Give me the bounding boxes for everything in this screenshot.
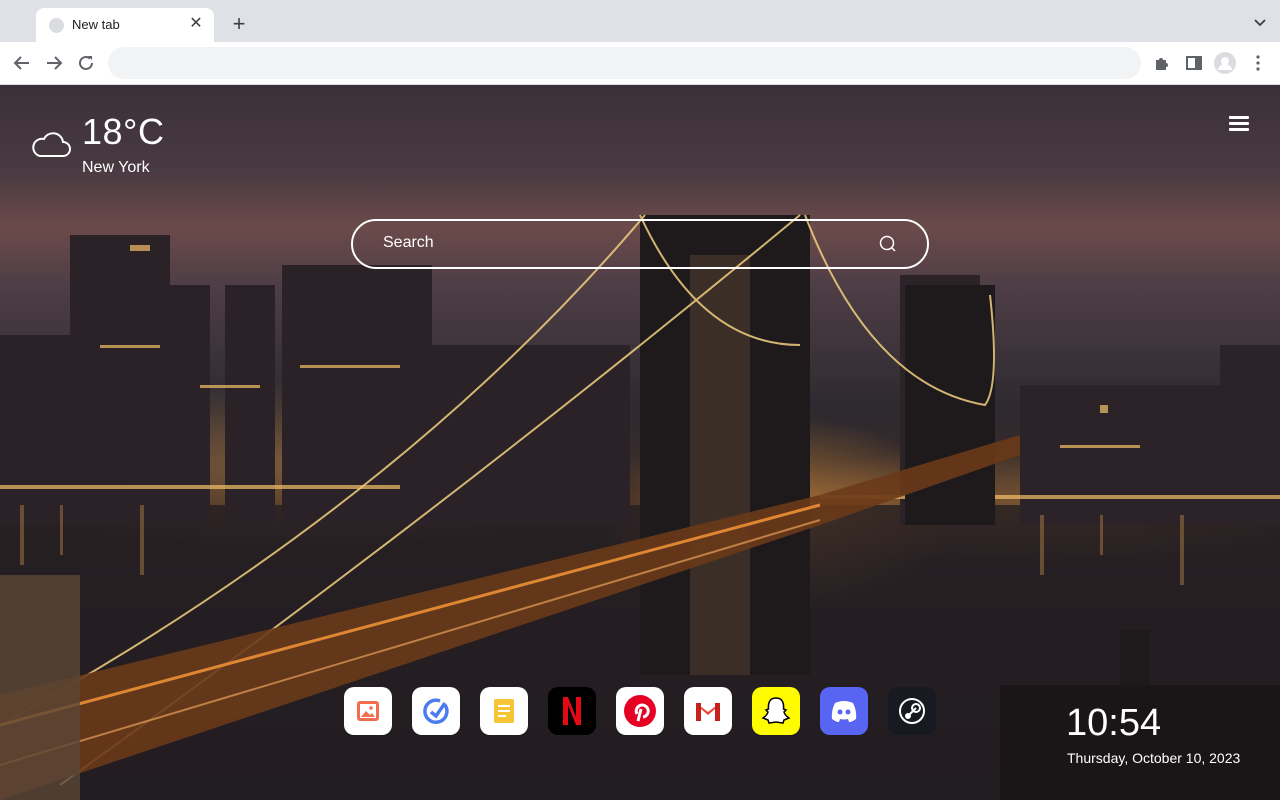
back-icon[interactable] bbox=[10, 51, 34, 75]
browser-toolbar bbox=[0, 42, 1280, 85]
new-tab-button[interactable]: + bbox=[228, 13, 250, 35]
pinterest-icon[interactable] bbox=[616, 687, 664, 735]
extensions-icon[interactable] bbox=[1150, 51, 1174, 75]
clock-time: 10:54 bbox=[1066, 702, 1162, 744]
close-icon[interactable]: ✕ bbox=[186, 14, 206, 34]
forward-icon[interactable] bbox=[42, 51, 66, 75]
reload-icon[interactable] bbox=[74, 51, 98, 75]
tab-title: New tab bbox=[72, 17, 120, 32]
steam-icon[interactable] bbox=[888, 687, 936, 735]
notes-icon[interactable] bbox=[480, 687, 528, 735]
tab-search-chevron-icon[interactable] bbox=[1252, 14, 1268, 30]
side-panel-icon[interactable] bbox=[1182, 51, 1206, 75]
discord-icon[interactable] bbox=[820, 687, 868, 735]
hamburger-menu-icon[interactable] bbox=[1229, 116, 1249, 132]
search-box[interactable]: Search bbox=[351, 219, 929, 269]
tasks-icon[interactable] bbox=[412, 687, 460, 735]
search-input[interactable]: Search bbox=[383, 234, 434, 252]
search-icon[interactable] bbox=[879, 235, 897, 253]
snapchat-icon[interactable] bbox=[752, 687, 800, 735]
clock-date: Thursday, October 10, 2023 bbox=[1067, 750, 1241, 766]
cloud-icon bbox=[32, 132, 71, 157]
more-menu-icon[interactable] bbox=[1246, 51, 1270, 75]
profile-avatar-icon[interactable] bbox=[1213, 51, 1237, 75]
netflix-icon[interactable] bbox=[548, 687, 596, 735]
tab-new-tab[interactable]: New tab ✕ bbox=[36, 8, 214, 42]
city-name: New York bbox=[82, 159, 150, 176]
tab-strip: New tab ✕ + bbox=[0, 0, 1280, 42]
new-tab-page: 18°C New York Search 10:54 Thursday, Oct… bbox=[0, 85, 1280, 800]
temperature: 18°C bbox=[82, 111, 165, 152]
favicon-icon bbox=[49, 18, 64, 33]
address-bar[interactable] bbox=[108, 47, 1141, 79]
photos-icon[interactable] bbox=[344, 687, 392, 735]
gmail-icon[interactable] bbox=[684, 687, 732, 735]
